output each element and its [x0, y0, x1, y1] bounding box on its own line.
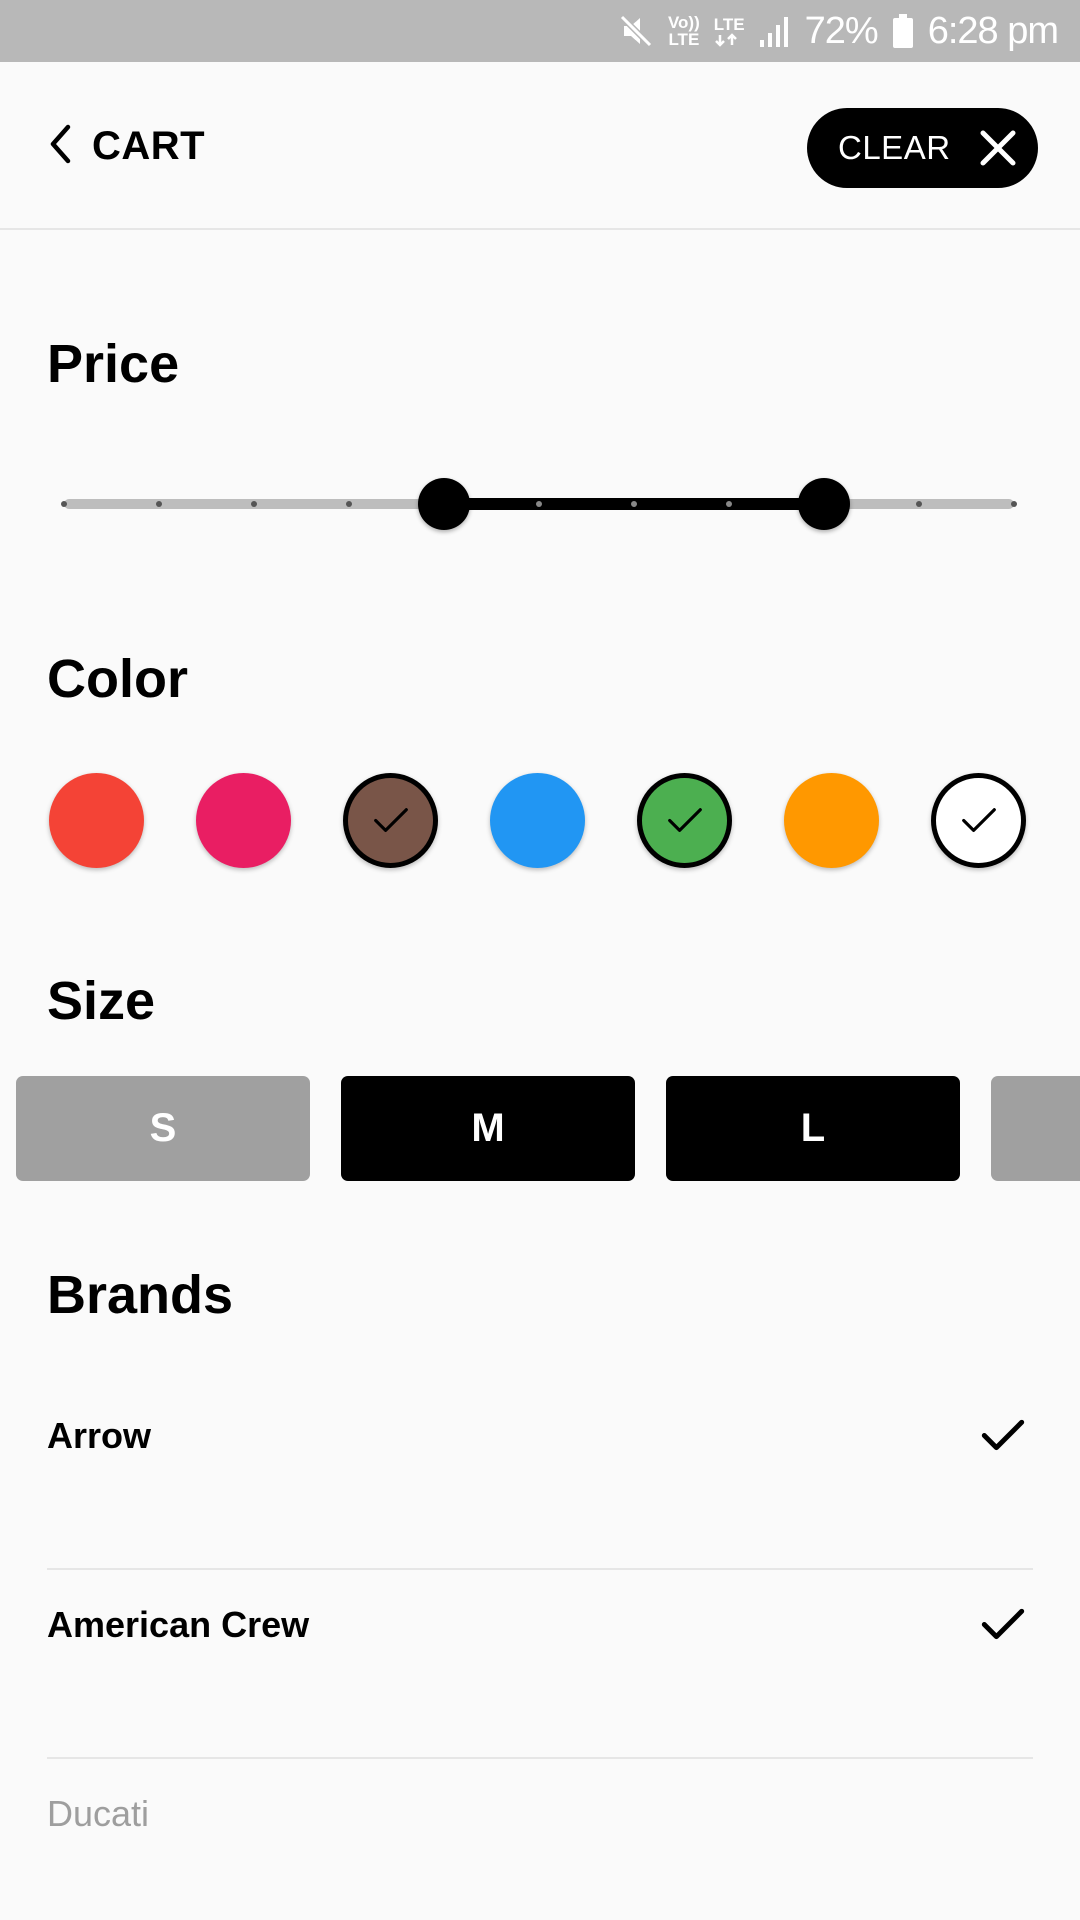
clear-button[interactable]: CLEAR	[807, 108, 1038, 188]
color-section-title: Color	[47, 649, 188, 709]
slider-tick	[631, 501, 637, 507]
mute-icon	[618, 13, 654, 49]
brand-label: Ducati	[47, 1793, 150, 1834]
volte-top-label: Vo))	[667, 13, 700, 32]
brand-label: Arrow	[47, 1415, 152, 1456]
check-icon	[373, 807, 409, 834]
battery-percent: 72%	[804, 9, 879, 52]
status-bar: Vo)) LTE LTE 72% 6:28 pm	[0, 0, 1080, 62]
app-header: CART CLEAR	[0, 62, 1080, 230]
color-swatch[interactable]	[196, 773, 291, 868]
size-option-label: S	[149, 1106, 177, 1150]
brand-row[interactable]: Ducati	[47, 1759, 1033, 1920]
check-icon	[981, 1419, 1025, 1457]
slider-tick	[251, 501, 257, 507]
page-title: CART	[92, 123, 206, 168]
slider-tick	[61, 501, 67, 507]
slider-tick	[1011, 501, 1017, 507]
chevron-left-icon	[48, 124, 72, 169]
check-icon	[981, 1608, 1025, 1646]
volte-bottom-label: LTE	[668, 30, 700, 49]
size-option[interactable]	[991, 1076, 1080, 1181]
size-option-label: L	[800, 1106, 826, 1150]
volte-icon: Vo)) LTE	[668, 14, 700, 48]
lte-label: LTE	[713, 14, 745, 34]
slider-tick	[726, 501, 732, 507]
brands-section-title: Brands	[47, 1265, 234, 1325]
slider-tick	[346, 501, 352, 507]
size-option[interactable]: L	[666, 1076, 960, 1181]
check-icon	[961, 807, 997, 834]
battery-icon	[892, 13, 914, 49]
brand-row[interactable]: Arrow	[47, 1381, 1033, 1570]
slider-thumb-min[interactable]	[418, 478, 470, 530]
size-section-title: Size	[47, 971, 156, 1031]
brand-row[interactable]: American Crew	[47, 1570, 1033, 1759]
signal-icon	[759, 14, 791, 48]
clear-button-label: CLEAR	[838, 129, 951, 166]
size-option-label: M	[471, 1106, 505, 1150]
color-swatch[interactable]	[49, 773, 144, 868]
status-time: 6:28 pm	[927, 9, 1059, 52]
price-range-slider[interactable]	[61, 478, 1017, 530]
slider-tick	[916, 501, 922, 507]
color-swatch[interactable]	[637, 773, 732, 868]
size-option[interactable]: M	[341, 1076, 635, 1181]
slider-thumb-max[interactable]	[798, 478, 850, 530]
slider-tick	[156, 501, 162, 507]
brand-label: American Crew	[47, 1604, 310, 1645]
color-swatch[interactable]	[343, 773, 438, 868]
color-swatch[interactable]	[931, 773, 1026, 868]
check-icon	[667, 807, 703, 834]
color-swatch[interactable]	[490, 773, 585, 868]
slider-tick	[536, 501, 542, 507]
back-button[interactable]: CART	[48, 116, 205, 176]
close-icon	[980, 130, 1016, 171]
size-option[interactable]: S	[16, 1076, 310, 1181]
price-section-title: Price	[47, 334, 180, 394]
color-swatch[interactable]	[784, 773, 879, 868]
lte-icon: LTE	[714, 16, 745, 47]
